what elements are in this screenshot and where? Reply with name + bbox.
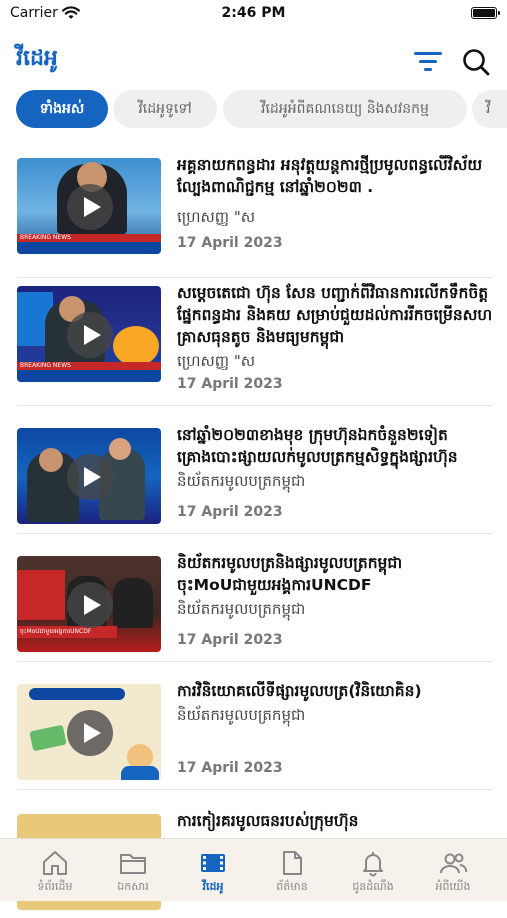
tab-home-label: ទំព័រដើម: [37, 880, 73, 893]
video-source: និយ័តករមូលបត្រកម្ពុជា: [177, 472, 306, 490]
tab-news-label: ព័ត៌មាន: [276, 880, 308, 893]
video-thumbnail[interactable]: [17, 684, 161, 780]
video-title: ការវិនិយោគលើទីផ្សារមូលបត្រ(វិនិយោគិន): [177, 682, 422, 700]
tab-videos[interactable]: វីដេអូ: [171, 845, 255, 899]
tab-about-label: អំពីយើង: [435, 880, 471, 893]
video-source: ហ្រេសញ្ញ "ស: [177, 208, 256, 226]
tab-bar: ទំព័រដើម ឯកសារ វីដេអូ ព័ត៌មាន ជូនដំណឹង អ…: [0, 838, 507, 901]
video-icon: [201, 854, 225, 872]
play-icon: [67, 184, 113, 230]
video-source: និយ័តករមូលបត្រកម្ពុជា: [177, 706, 306, 724]
video-date: 17 April 2023: [177, 504, 283, 520]
chip-all[interactable]: ទាំងអស់: [16, 90, 108, 128]
video-date: 17 April 2023: [177, 760, 283, 776]
video-date: 17 April 2023: [177, 632, 283, 648]
tab-documents-label: ឯកសារ: [117, 880, 149, 893]
list-item[interactable]: BREAKING NEWS អគ្គនាយកពន្ធដារ អនុវត្តយន្…: [0, 150, 507, 278]
video-title: សម្តេចតេជោ ហ៊ុន សែន បញ្ជាក់ពីវិធានការលើក…: [177, 284, 493, 346]
tab-about[interactable]: អំពីយើង: [411, 845, 495, 899]
video-source: និយ័តករមូលបត្រកម្ពុជា: [177, 600, 306, 618]
tab-videos-label: វីដេអូ: [202, 880, 224, 893]
nav-bar: វីដេអូ: [0, 36, 507, 84]
list-item[interactable]: នៅឆ្នាំ២០២៣ខាងមុខ ក្រុមហ៊ុនឯកចំនួន២ទៀត គ…: [0, 406, 507, 534]
breaking-news-banner: BREAKING NEWS: [17, 362, 161, 370]
video-thumbnail[interactable]: [17, 428, 161, 524]
play-icon: [67, 312, 113, 358]
video-thumbnail[interactable]: BREAKING NEWS: [17, 158, 161, 254]
video-thumbnail[interactable]: ចុះMoUជាមួយអង្គការUNCDF: [17, 556, 161, 652]
tab-news[interactable]: ព័ត៌មាន: [250, 845, 334, 899]
list-item[interactable]: ការវិនិយោគលើទីផ្សារមូលបត្រ(វិនិយោគិន) និ…: [0, 662, 507, 790]
page-title: វីដេអូ: [16, 46, 58, 71]
video-title: ការកៀរគរមូលធនរបស់ក្រុមហ៊ុន: [177, 812, 359, 830]
list-item[interactable]: ចុះMoUជាមួយអង្គការUNCDF និយ័តករមូលបត្រនិ…: [0, 534, 507, 662]
video-date: 17 April 2023: [177, 376, 283, 392]
clock: 2:46 PM: [221, 5, 286, 21]
filter-icon[interactable]: [412, 50, 444, 74]
breaking-news-banner: BREAKING NEWS: [17, 234, 161, 242]
chip-accounting-audit-videos[interactable]: វីដេអូអំពីគណនេយ្យ និងសវនកម្ម: [223, 90, 467, 128]
tab-home[interactable]: ទំព័រដើម: [13, 845, 97, 899]
play-icon: [67, 454, 113, 500]
tab-documents[interactable]: ឯកសារ: [91, 845, 175, 899]
category-chips: ទាំងអស់ វីដេអូទូទៅ វីដេអូអំពីគណនេយ្យ និង…: [0, 90, 507, 130]
chip-general-videos[interactable]: វីដេអូទូទៅ: [113, 90, 217, 128]
video-title: និយ័តករមូលបត្រនិងផ្សារមូលបត្រកម្ពុជា ចុះ…: [177, 554, 403, 594]
status-bar: Carrier 2:46 PM: [0, 0, 507, 28]
search-icon[interactable]: [460, 46, 492, 78]
video-title: នៅឆ្នាំ២០២៣ខាងមុខ ក្រុមហ៊ុនឯកចំនួន២ទៀត គ…: [177, 426, 458, 466]
tab-notifications-label: ជូនដំណឹង: [352, 880, 394, 893]
folder-icon: [120, 854, 146, 874]
document-icon: [283, 851, 302, 875]
video-date: 17 April 2023: [177, 235, 283, 251]
home-icon: [43, 851, 67, 875]
video-title: អគ្គនាយកពន្ធដារ អនុវត្តយន្តការថ្មីប្រមូល…: [177, 156, 483, 196]
tab-notifications[interactable]: ជូនដំណឹង: [331, 845, 415, 899]
list-item[interactable]: BREAKING NEWS សម្តេចតេជោ ហ៊ុន សែន បញ្ជាក…: [0, 278, 507, 406]
video-source: ហ្រេសញ្ញ "ស: [177, 352, 256, 370]
bell-icon: [363, 852, 383, 877]
chip-more[interactable]: វី: [472, 90, 507, 128]
battery-icon: [471, 7, 500, 19]
video-thumbnail[interactable]: BREAKING NEWS: [17, 286, 161, 382]
play-icon: [67, 582, 113, 628]
thumbnail-caption: ចុះMoUជាមួយអង្គការUNCDF: [17, 626, 117, 638]
people-icon: [440, 853, 468, 874]
play-icon: [67, 710, 113, 756]
